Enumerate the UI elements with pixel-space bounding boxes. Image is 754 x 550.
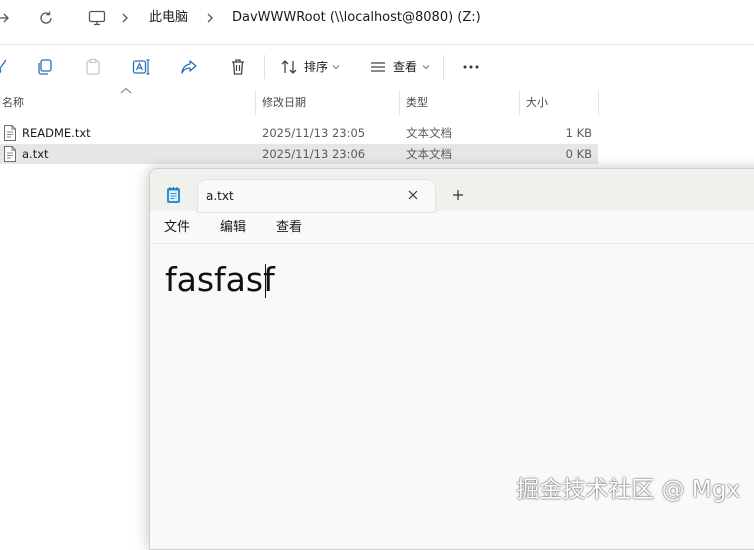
column-separator[interactable] bbox=[399, 90, 400, 116]
more-options-icon[interactable] bbox=[461, 57, 481, 77]
menu-view[interactable]: 查看 bbox=[276, 219, 302, 237]
editor-text[interactable]: fasfasf bbox=[165, 259, 275, 301]
paste-icon[interactable] bbox=[83, 57, 103, 77]
file-name: a.txt bbox=[22, 147, 49, 161]
delete-icon[interactable] bbox=[228, 57, 248, 77]
file-modified: 2025/11/13 23:05 bbox=[262, 126, 366, 140]
menu-edit[interactable]: 编辑 bbox=[220, 219, 246, 237]
file-size: 0 KB bbox=[565, 147, 592, 161]
tab-a-txt[interactable]: a.txt bbox=[198, 180, 435, 212]
column-header-type[interactable]: 类型 bbox=[406, 95, 428, 111]
address-bar-divider bbox=[0, 44, 754, 45]
column-header-name[interactable]: 名称 bbox=[2, 95, 24, 111]
file-size: 1 KB bbox=[565, 126, 592, 140]
text-caret bbox=[265, 264, 266, 298]
menu-file[interactable]: 文件 bbox=[164, 219, 190, 237]
breadcrumb-chevron-icon[interactable] bbox=[120, 9, 130, 27]
chevron-down-icon[interactable] bbox=[422, 63, 430, 71]
column-header-size[interactable]: 大小 bbox=[526, 95, 548, 111]
file-type: 文本文档 bbox=[406, 126, 452, 140]
text-file-icon bbox=[3, 146, 17, 162]
close-tab-icon[interactable] bbox=[407, 189, 419, 201]
column-separator[interactable] bbox=[519, 90, 520, 116]
notepad-app-icon bbox=[166, 186, 181, 204]
sort-icon[interactable] bbox=[279, 57, 299, 77]
file-name: README.txt bbox=[22, 126, 91, 140]
column-header-modified[interactable]: 修改日期 bbox=[262, 95, 306, 111]
file-row[interactable]: a.txt 2025/11/13 23:06 文本文档 0 KB bbox=[0, 144, 598, 164]
menu-divider bbox=[150, 243, 754, 244]
new-tab-plus-icon[interactable] bbox=[452, 189, 464, 201]
column-separator[interactable] bbox=[598, 90, 599, 116]
toolbar-separator bbox=[264, 55, 265, 79]
share-icon[interactable] bbox=[179, 57, 199, 77]
breadcrumb-this-pc[interactable]: 此电脑 bbox=[149, 9, 188, 27]
file-row[interactable]: README.txt 2025/11/13 23:05 文本文档 1 KB bbox=[0, 123, 598, 143]
file-type: 文本文档 bbox=[406, 147, 452, 161]
file-modified: 2025/11/13 23:06 bbox=[262, 147, 366, 161]
copy-icon[interactable] bbox=[35, 57, 55, 77]
watermark: 掘金技术社区 @ Mgx bbox=[516, 477, 740, 503]
chevron-down-icon[interactable] bbox=[332, 63, 340, 71]
cut-icon[interactable] bbox=[0, 57, 12, 77]
this-pc-icon[interactable] bbox=[88, 9, 106, 27]
view-list-icon[interactable] bbox=[368, 57, 388, 77]
sort-ascending-icon bbox=[120, 87, 132, 94]
tab-title: a.txt bbox=[206, 189, 234, 203]
breadcrumb-chevron-icon[interactable] bbox=[205, 9, 215, 27]
sort-button[interactable]: 排序 bbox=[304, 59, 328, 75]
view-button[interactable]: 查看 bbox=[393, 59, 417, 75]
breadcrumb-drive[interactable]: DavWWWRoot (\\localhost@8080) (Z:) bbox=[232, 9, 481, 27]
column-separator[interactable] bbox=[255, 90, 256, 116]
text-file-icon bbox=[3, 125, 17, 141]
refresh-icon[interactable] bbox=[38, 9, 54, 27]
toolbar-separator bbox=[443, 55, 444, 79]
forward-arrow-icon[interactable] bbox=[0, 9, 10, 27]
rename-icon[interactable] bbox=[131, 57, 151, 77]
